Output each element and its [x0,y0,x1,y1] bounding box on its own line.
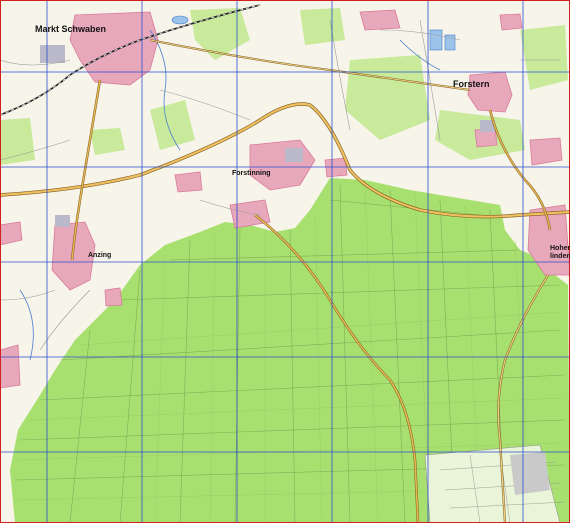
town-label-anzing: Anzing [88,252,112,259]
town-label-forstinning: Forstinning [232,170,271,177]
town-label-forstern: Forstern [453,79,490,89]
town-label-hohenlinden-line1: Hohen- [550,245,570,252]
town-label-markt-schwaben: Markt Schwaben [35,24,107,34]
topographic-map[interactable]: Markt Schwaben Forstern Forstinning Anzi… [0,0,570,523]
town-label-hohenlinden: Hohen- linden [550,245,570,261]
gravel-pit [510,452,550,495]
town-label-hohenlinden-line2: linden [550,253,570,260]
